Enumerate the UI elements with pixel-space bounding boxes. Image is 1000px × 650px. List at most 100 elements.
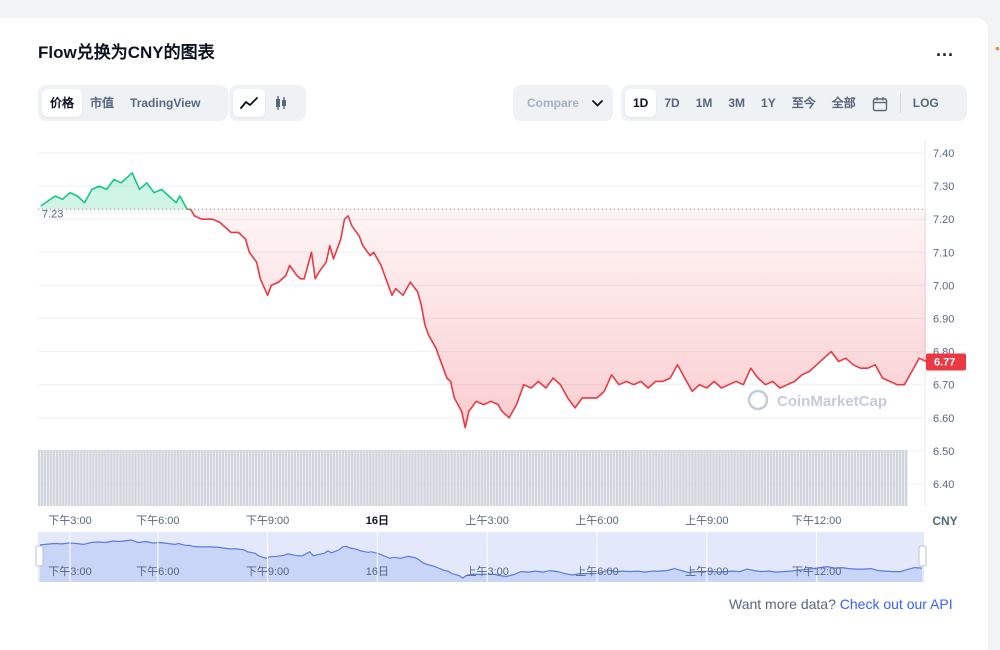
volume-bar xyxy=(826,450,830,506)
data-type-tabs: 价格 市值 TradingView xyxy=(38,85,228,121)
volume-bar xyxy=(56,450,59,506)
volume-bar xyxy=(444,450,447,506)
volume-bar xyxy=(700,450,703,506)
volume-bar xyxy=(823,450,827,506)
log-scale-toggle[interactable]: LOG xyxy=(905,89,947,117)
volume-bar xyxy=(426,450,429,506)
volume-bar xyxy=(354,450,357,506)
volume-bar xyxy=(387,450,390,506)
calendar-icon xyxy=(872,96,887,112)
api-promo-text: Want more data? xyxy=(729,596,836,612)
volume-bar xyxy=(224,450,228,506)
volume-bar xyxy=(736,450,739,506)
volume-bar xyxy=(865,450,869,506)
volume-bar xyxy=(829,450,833,506)
navigator-handle-left[interactable] xyxy=(35,545,44,567)
volume-bar xyxy=(597,450,601,506)
range-3m[interactable]: 3M xyxy=(720,89,753,117)
toolbar-divider xyxy=(899,93,901,113)
volume-bar xyxy=(594,450,598,506)
volume-bar xyxy=(450,450,453,506)
volume-bar xyxy=(901,450,905,506)
volume-bar xyxy=(603,450,607,506)
range-ytd[interactable]: 至今 xyxy=(784,89,824,117)
volume-bar xyxy=(739,450,742,506)
tab-tradingview[interactable]: TradingView xyxy=(122,89,208,117)
volume-bar xyxy=(92,450,95,506)
volume-bar xyxy=(730,450,733,506)
y-tick-label: 7.20 xyxy=(933,214,954,226)
calendar-button[interactable] xyxy=(864,89,896,117)
volume-bar xyxy=(579,450,583,506)
volume-bar xyxy=(883,450,887,506)
volume-bar xyxy=(880,450,884,506)
x-tick-label: 上午3:00 xyxy=(465,514,508,527)
volume-bar xyxy=(212,450,216,506)
range-1m[interactable]: 1M xyxy=(688,89,721,117)
volume-bar xyxy=(462,450,465,506)
volume-bar xyxy=(263,450,267,506)
volume-bar xyxy=(492,450,495,506)
volume-bar xyxy=(275,450,279,506)
volume-bar xyxy=(775,450,778,506)
api-link[interactable]: Check out our API xyxy=(840,596,953,612)
volume-bar xyxy=(236,450,240,506)
navigator-tick-label: 16日 xyxy=(366,566,389,578)
volume-bar xyxy=(606,450,610,506)
navigator-tick-label: 上午9:00 xyxy=(685,565,728,578)
chart-type-toggle xyxy=(229,85,306,121)
volume-bar xyxy=(173,450,176,506)
navigator-handle-right[interactable] xyxy=(918,545,927,567)
volume-bar xyxy=(567,450,571,506)
volume-bar xyxy=(194,450,197,506)
tab-market-cap[interactable]: 市值 xyxy=(82,89,122,117)
volume-bar xyxy=(856,450,860,506)
volume-bar xyxy=(862,450,866,506)
volume-bar xyxy=(757,450,760,506)
volume-bar xyxy=(898,450,902,506)
volume-bar xyxy=(513,450,517,506)
open-price-label: 7.23 xyxy=(42,208,63,220)
candlestick-button[interactable] xyxy=(265,89,297,117)
volume-bar xyxy=(411,450,414,506)
line-chart-button[interactable] xyxy=(233,89,265,117)
volume-bar xyxy=(534,450,538,506)
volume-bar xyxy=(661,450,664,506)
range-1d[interactable]: 1D xyxy=(625,89,657,117)
volume-bar xyxy=(685,450,688,506)
volume-bar xyxy=(679,450,682,506)
volume-bar xyxy=(634,450,637,506)
volume-bar xyxy=(131,450,134,506)
volume-bar xyxy=(119,450,122,506)
navigator-tick-label: 下午3:00 xyxy=(48,565,91,578)
volume-bar xyxy=(688,450,691,506)
volume-bar xyxy=(543,450,547,506)
volume-bars xyxy=(38,450,908,506)
volume-bar xyxy=(646,450,649,506)
volume-bar xyxy=(53,450,56,506)
range-7d[interactable]: 7D xyxy=(656,89,687,117)
volume-bar xyxy=(622,450,625,506)
volume-bar xyxy=(77,450,80,506)
volume-bar xyxy=(838,450,842,506)
volume-bar xyxy=(122,450,125,506)
volume-bar xyxy=(308,450,312,506)
volume-bar xyxy=(456,450,459,506)
volume-bar xyxy=(640,450,643,506)
volume-bar xyxy=(721,450,724,506)
range-all[interactable]: 全部 xyxy=(824,89,864,117)
volume-bar xyxy=(140,450,143,506)
x-tick-label: 下午12:00 xyxy=(792,514,842,527)
volume-bar xyxy=(868,450,872,506)
volume-bar xyxy=(405,450,408,506)
tab-price[interactable]: 价格 xyxy=(42,89,83,117)
volume-bar xyxy=(221,450,225,506)
range-1y[interactable]: 1Y xyxy=(753,89,784,117)
volume-bar xyxy=(227,450,231,506)
navigator-tick-label: 上午6:00 xyxy=(575,565,618,578)
more-options-button[interactable]: ... xyxy=(936,40,954,61)
range-navigator[interactable]: 下午3:00 下午6:00 下午9:00 16日 上午3:00 上午6:00 上午9:00 下… xyxy=(35,532,927,582)
volume-bar xyxy=(65,450,68,506)
volume-bar xyxy=(363,450,366,506)
compare-dropdown[interactable]: Compare with xyxy=(513,85,613,121)
